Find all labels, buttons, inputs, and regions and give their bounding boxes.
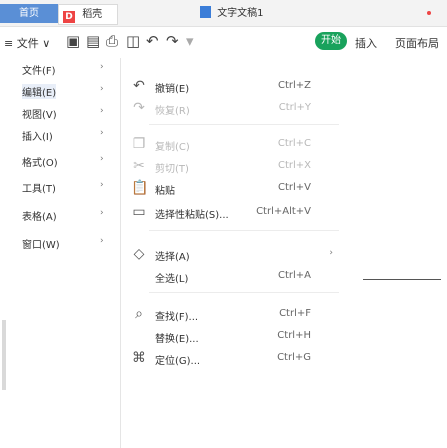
wps-tab-label: 稻壳	[82, 9, 103, 20]
main-menu: 文件(F) › 编辑(E) › 视图(V) › 插入(I) › 格式(O) › …	[0, 62, 120, 362]
menu-file[interactable]: 文件(F)	[22, 62, 56, 77]
chevron-right-icon: ›	[100, 154, 104, 164]
wps-logo-icon: D	[63, 11, 75, 23]
menu-item-label: 全选(L)	[155, 274, 189, 285]
tab-page-layout[interactable]: 页面布局	[395, 35, 439, 51]
print-preview-icon[interactable]: ◫	[126, 33, 140, 49]
menu-item-replace[interactable]: 替换(E)... Ctrl+H	[121, 328, 347, 348]
redo-toolbar-icon[interactable]: ↷	[166, 33, 179, 49]
start-tab-badge[interactable]: 开始	[315, 32, 347, 50]
more-icon[interactable]: ▾	[186, 33, 194, 49]
undo-toolbar-icon[interactable]: ↶	[146, 33, 159, 49]
shortcut-label: Ctrl+C	[277, 138, 311, 149]
export-pdf-icon[interactable]: ▤	[86, 33, 100, 49]
menu-edit[interactable]: 编辑(E)	[22, 84, 57, 99]
menu-item-label: 复制(C)	[155, 142, 190, 153]
menu-item-goto[interactable]: ⌘ 定位(G)... Ctrl+G	[121, 350, 347, 370]
edit-submenu: ↶ 撤销(E) Ctrl+Z ↷ 恢复(R) Ctrl+Y ❐ 复制(C) Ct…	[120, 58, 347, 448]
shortcut-label: Ctrl+V	[277, 182, 311, 193]
scrollbar-strip	[2, 320, 6, 390]
shortcut-label: Ctrl+Alt+V	[256, 206, 311, 217]
menu-item-redo[interactable]: ↷ 恢复(R) Ctrl+Y	[121, 100, 347, 120]
cut-icon: ✂	[133, 158, 145, 174]
chevron-right-icon: ›	[100, 208, 104, 218]
goto-icon: ⌘	[132, 350, 146, 366]
chevron-right-icon: ›	[100, 62, 104, 72]
menu-item-paste-special[interactable]: ▭ 选择性粘贴(S)... Ctrl+Alt+V	[121, 204, 347, 224]
copy-icon: ❐	[132, 136, 146, 152]
menu-separator	[149, 292, 339, 293]
menu-item-find[interactable]: ⌕ 查找(F)... Ctrl+F	[121, 306, 347, 326]
tab-bar: 首页 D 稻壳 文字文稿1	[0, 0, 447, 27]
menu-tools[interactable]: 工具(T)	[22, 180, 56, 195]
tab-home[interactable]: 首页	[0, 4, 58, 23]
menu-format[interactable]: 格式(O)	[22, 154, 58, 169]
menu-view[interactable]: 视图(V)	[22, 106, 57, 121]
chevron-right-icon: ›	[100, 106, 104, 116]
menu-item-label: 剪切(T)	[155, 164, 189, 175]
shortcut-label: Ctrl+Y	[278, 102, 311, 113]
document-line	[363, 279, 441, 280]
menu-separator	[149, 230, 339, 231]
print-icon[interactable]: ⎙	[106, 33, 118, 49]
menu-item-label: 选择(A)	[155, 252, 190, 263]
find-icon: ⌕	[135, 306, 143, 322]
paste-special-icon: ▭	[132, 204, 146, 220]
menu-item-label: 选择性粘贴(S)...	[155, 210, 229, 221]
paste-icon: 📋	[131, 180, 149, 196]
chevron-right-icon: ›	[329, 248, 333, 258]
menu-item-label: 查找(F)...	[155, 312, 199, 323]
document-icon	[200, 6, 211, 18]
tab-wps[interactable]: D 稻壳	[58, 4, 118, 25]
menu-item-label: 恢复(R)	[155, 106, 190, 117]
menu-item-label: 粘贴	[155, 186, 175, 197]
menu-table[interactable]: 表格(A)	[22, 208, 57, 223]
shortcut-label: Ctrl+H	[277, 330, 311, 341]
menu-item-undo[interactable]: ↶ 撤销(E) Ctrl+Z	[121, 78, 347, 98]
notification-dot-icon	[427, 11, 431, 15]
undo-icon: ↶	[133, 78, 145, 94]
menu-item-label: 撤销(E)	[155, 84, 190, 95]
chevron-right-icon: ›	[100, 84, 104, 94]
select-icon: ◇	[133, 246, 145, 262]
chevron-right-icon: ›	[100, 236, 104, 246]
chevron-right-icon: ›	[100, 128, 104, 138]
tab-insert[interactable]: 插入	[355, 35, 377, 51]
redo-icon: ↷	[133, 100, 145, 116]
menu-item-cut[interactable]: ✂ 剪切(T) Ctrl+X	[121, 158, 347, 178]
menu-item-copy[interactable]: ❐ 复制(C) Ctrl+C	[121, 136, 347, 156]
menu-item-label: 定位(G)...	[155, 356, 201, 367]
document-tab-label: 文字文稿1	[217, 8, 264, 19]
menu-window[interactable]: 窗口(W)	[22, 236, 60, 251]
shortcut-label: Ctrl+A	[277, 270, 311, 281]
shortcut-label: Ctrl+X	[277, 160, 311, 171]
tab-document[interactable]: 文字文稿1	[200, 4, 310, 23]
menu-insert[interactable]: 插入(I)	[22, 128, 53, 143]
menu-item-paste[interactable]: 📋 粘贴 Ctrl+V	[121, 180, 347, 200]
shortcut-label: Ctrl+Z	[277, 80, 311, 91]
shortcut-label: Ctrl+G	[277, 352, 311, 363]
toolbar: ≡ 文件 ∨ ▣ ▤ ⎙ ◫ ↶ ↷ ▾ 开始 插入 页面布局	[0, 27, 447, 57]
chevron-right-icon: ›	[100, 180, 104, 190]
menu-separator	[149, 124, 339, 125]
menu-item-label: 替换(E)...	[155, 334, 199, 345]
save-icon[interactable]: ▣	[66, 33, 80, 49]
menu-item-select[interactable]: ◇ 选择(A) ›	[121, 246, 347, 266]
file-menu-button[interactable]: ≡ 文件 ∨	[4, 35, 50, 51]
menu-item-select-all[interactable]: 全选(L) Ctrl+A	[121, 268, 347, 288]
shortcut-label: Ctrl+F	[279, 308, 311, 319]
